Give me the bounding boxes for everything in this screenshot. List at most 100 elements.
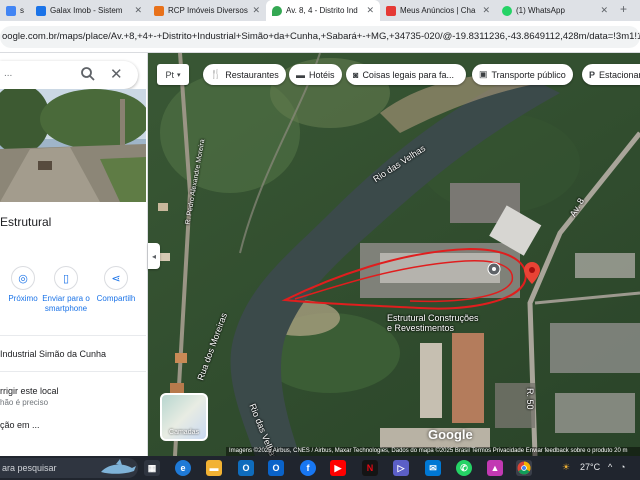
layers-button[interactable]: Camadas <box>160 393 208 441</box>
windows-taskbar: ara pesquisar ▦ e ▬ O O f ▶ N ▷ ✉ ✆ ▲ ☀ … <box>0 456 640 480</box>
outlook-icon[interactable]: O <box>268 460 284 476</box>
chrome-logo-icon <box>517 461 531 475</box>
file-explorer-icon[interactable]: ▬ <box>206 460 222 476</box>
place-label[interactable]: Estrutural Construções e Revestimentos <box>387 313 479 333</box>
netflix-icon[interactable]: N <box>362 460 378 476</box>
tab-rcp-imoveis[interactable]: RCP Imóveis Diversos ✕ <box>148 0 266 21</box>
suggest-edit-subtext: hão é preciso <box>0 398 49 407</box>
mail-icon[interactable]: ✉ <box>425 460 441 476</box>
chip-hoteis[interactable]: ▬ Hotéis <box>289 64 342 85</box>
tab-favicon-icon <box>154 5 164 16</box>
outlook-icon[interactable]: O <box>238 460 254 476</box>
layers-label: Camadas <box>169 429 199 436</box>
send-to-phone-button[interactable]: ▯ Enviar para o smartphone <box>41 266 91 314</box>
maps-search-box[interactable]: ... ✕ <box>0 61 138 89</box>
add-info-link[interactable]: ção em ... <box>0 420 40 430</box>
tab-0[interactable]: s <box>0 0 30 21</box>
whatsapp-icon <box>502 5 512 16</box>
tab-close-icon[interactable]: ✕ <box>134 5 142 16</box>
facebook-icon[interactable]: f <box>300 460 316 476</box>
chrome-icon[interactable] <box>516 460 532 476</box>
action-label: Próximo <box>8 294 38 303</box>
browser-tab-strip: s Galax Imob - Sistem ✕ RCP Imóveis Dive… <box>0 0 640 21</box>
tab-galax-imob[interactable]: Galax Imob - Sistem ✕ <box>30 0 148 21</box>
tab-whatsapp[interactable]: (1) WhatsApp ✕ <box>496 0 614 21</box>
youtube-icon[interactable]: ▶ <box>330 460 346 476</box>
map-attribution: Imagens ©2025 Airbus, CNES / Airbus, Max… <box>226 447 640 456</box>
address-bar: oogle.com.br/maps/place/Av.+8,+4+-+Distr… <box>0 21 640 53</box>
edge-icon[interactable]: e <box>175 460 191 476</box>
street-photo-image <box>0 89 146 202</box>
tab-meus-anuncios[interactable]: Meus Anúncios | Cha ✕ <box>380 0 496 21</box>
tab-label: Galax Imob - Sistem <box>50 6 123 15</box>
chip-label: Coisas legais para fa... <box>362 69 454 80</box>
photos-icon[interactable]: ▲ <box>487 460 503 476</box>
action-label: Compartilh <box>96 294 136 303</box>
tab-favicon-icon <box>36 5 46 16</box>
share-button[interactable]: ⋖ Compartilh <box>87 266 145 304</box>
tab-label: RCP Imóveis Diversos <box>168 6 248 15</box>
phone-icon: ▯ <box>54 266 78 290</box>
bed-icon: ▬ <box>296 69 305 80</box>
media-player-icon[interactable]: ▷ <box>393 460 409 476</box>
tab-close-icon[interactable]: ✕ <box>600 5 608 16</box>
map-type-label: Pt <box>165 69 174 80</box>
chip-transporte-publico[interactable]: ▣ Transporte público <box>472 64 573 85</box>
url-field[interactable]: oogle.com.br/maps/place/Av.+8,+4+-+Distr… <box>0 26 640 48</box>
weather-temperature[interactable]: 27°C <box>580 462 600 472</box>
place-side-panel: ... ✕ Estrutural ◎ Próximo ▯ Enviar para… <box>0 53 148 456</box>
tab-google-maps[interactable]: Av. 8, 4 - Distrito Ind ✕ <box>266 0 380 21</box>
task-view-icon[interactable]: ▦ <box>144 460 160 476</box>
nearby-icon: ◎ <box>11 266 35 290</box>
tray-chevron-icon[interactable]: ^ <box>608 462 612 472</box>
new-tab-button[interactable]: + <box>620 2 627 16</box>
camera-icon: ◙ <box>353 69 359 80</box>
weather-icon: ☀ <box>562 462 571 472</box>
tab-label: (1) WhatsApp <box>516 6 565 15</box>
address-line[interactable]: Industrial Simão da Cunha <box>0 349 106 359</box>
tab-label: s <box>20 6 24 15</box>
tab-close-icon[interactable]: ✕ <box>252 5 260 16</box>
tab-favicon-icon <box>386 5 396 16</box>
tab-favicon-icon <box>6 5 16 16</box>
chip-restaurantes[interactable]: 🍴 Restaurantes <box>203 64 286 85</box>
tab-label: Meus Anúncios | Cha <box>400 6 476 15</box>
place-marker-icon[interactable] <box>487 262 501 276</box>
chip-label: Restaurantes <box>225 69 279 80</box>
share-icon: ⋖ <box>104 266 128 290</box>
chip-estacionar[interactable]: P Estacionar <box>582 64 640 85</box>
tab-close-icon[interactable]: ✕ <box>482 5 490 16</box>
nearby-button[interactable]: ◎ Próximo <box>0 266 46 304</box>
chip-label: Estacionar <box>599 69 640 80</box>
bus-icon: ▣ <box>479 69 488 79</box>
location-pin-icon[interactable] <box>524 262 540 284</box>
divider <box>0 371 146 372</box>
tab-label: Av. 8, 4 - Distrito Ind <box>286 6 358 15</box>
search-input[interactable]: ... <box>4 68 12 79</box>
chip-label: Hotéis <box>309 69 335 80</box>
dolphin-illustration-icon <box>101 459 136 474</box>
map-type-button[interactable]: Pt ▾ <box>157 64 189 85</box>
network-icon[interactable]: ◔ <box>620 462 625 472</box>
chip-coisas-legais[interactable]: ◙ Coisas legais para fa... <box>346 64 466 85</box>
fork-knife-icon: 🍴 <box>210 69 222 79</box>
place-title: Estrutural <box>0 215 52 229</box>
whatsapp-icon[interactable]: ✆ <box>456 460 472 476</box>
tab-close-icon[interactable]: ✕ <box>366 5 374 16</box>
street-label: R. 50 <box>525 388 535 410</box>
place-actions: ◎ Próximo ▯ Enviar para o smartphone ⋖ C… <box>0 266 146 346</box>
maps-pin-icon <box>272 5 282 16</box>
place-label-line: e Revestimentos <box>387 323 455 333</box>
divider <box>0 335 146 336</box>
chip-label: Transporte público <box>491 69 566 80</box>
action-label: Enviar para o smartphone <box>42 294 90 313</box>
search-icon[interactable] <box>80 66 96 82</box>
google-logo: Google <box>428 427 473 442</box>
suggest-edit-link[interactable]: rrigir este local <box>0 386 59 396</box>
collapse-panel-button[interactable]: ◂ <box>148 243 160 269</box>
street-view-photo[interactable] <box>0 89 146 202</box>
chevron-left-icon: ◂ <box>151 251 156 261</box>
close-icon[interactable]: ✕ <box>110 65 123 83</box>
parking-icon: P <box>589 69 596 80</box>
place-label-line: Estrutural Construções <box>387 313 479 323</box>
